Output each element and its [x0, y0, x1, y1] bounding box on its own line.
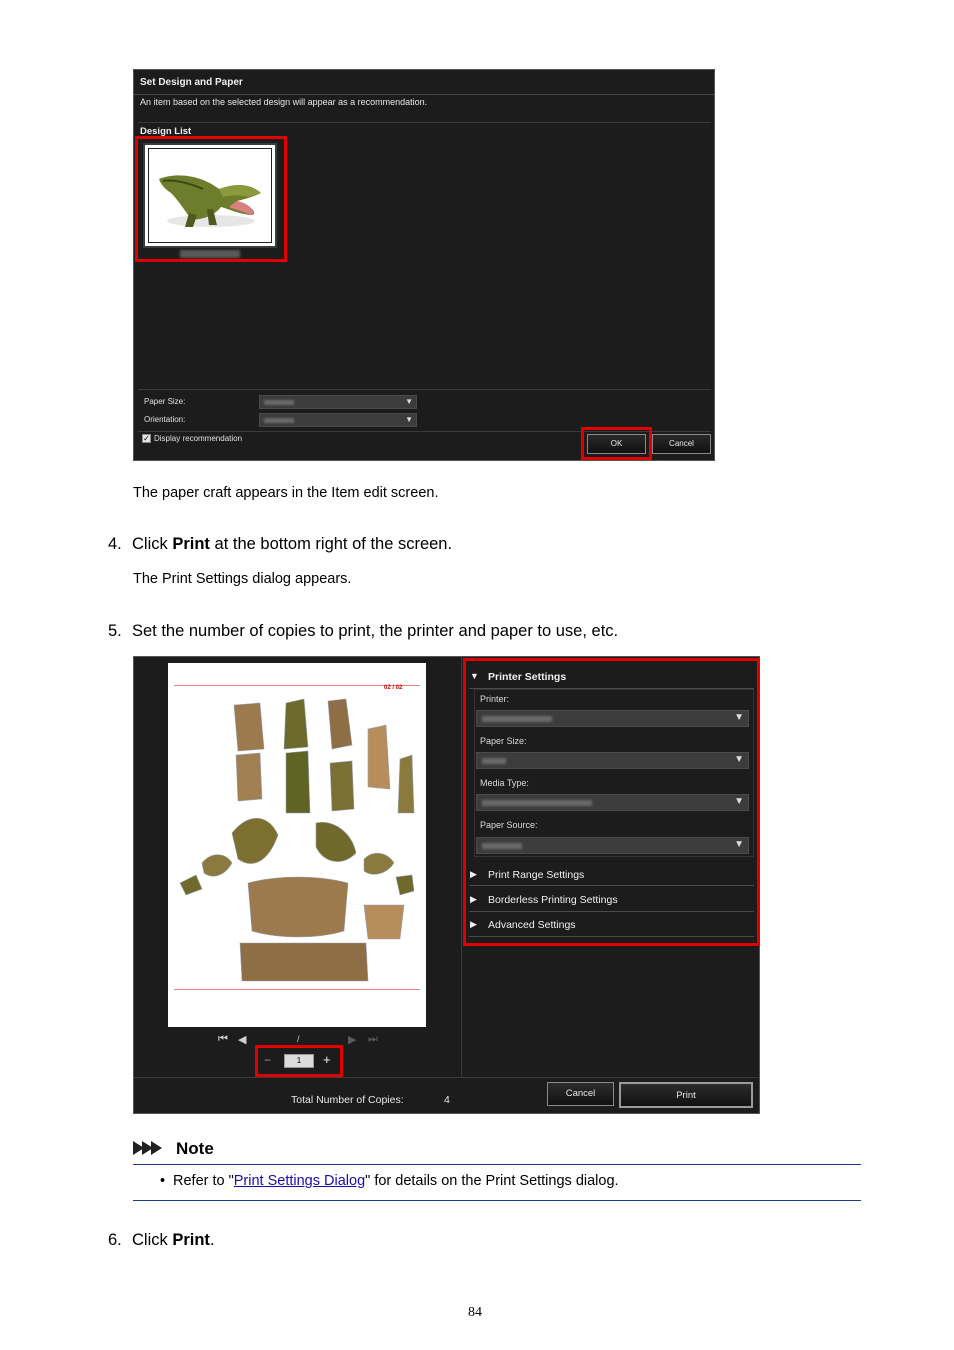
set-design-dialog: Set Design and Paper An item based on th… [133, 69, 715, 461]
page-number: 84 [468, 1305, 482, 1320]
step-text: Click [132, 1231, 173, 1249]
note-text: Refer to "Print Settings Dialog" for det… [173, 1173, 619, 1189]
highlight-frame [255, 1045, 343, 1077]
divider [461, 657, 462, 1077]
display-recommendation-checkbox[interactable]: ✓ [142, 434, 151, 443]
note-bottom-rule [133, 1200, 861, 1201]
highlight-frame [135, 136, 287, 262]
step-6-text: Click Print. [132, 1231, 215, 1250]
paper-size-label: Paper Size: [144, 397, 186, 406]
caption: The paper craft appears in the Item edit… [133, 485, 439, 501]
cancel-button[interactable]: Cancel [547, 1082, 614, 1106]
orientation-label: Orientation: [144, 415, 186, 424]
step-bold: Print [172, 535, 210, 553]
step-number: 6. [108, 1231, 122, 1249]
divider [138, 389, 711, 390]
previous-page-icon[interactable]: ◀ [238, 1033, 246, 1046]
note-top-rule [133, 1164, 861, 1165]
cancel-button[interactable]: Cancel [652, 434, 711, 454]
paper-size-select[interactable]: ▼ [259, 395, 417, 409]
step-4-subtext: The Print Settings dialog appears. [133, 571, 352, 587]
dialog-description: An item based on the selected design wil… [140, 97, 428, 107]
note-arrows-icon [133, 1141, 162, 1160]
step-5-text: Set the number of copies to print, the p… [132, 622, 619, 640]
dialog-title: Set Design and Paper [140, 77, 243, 88]
step-text: Click [132, 535, 173, 553]
print-settings-dialog-link[interactable]: Print Settings Dialog [234, 1173, 365, 1189]
orientation-select[interactable]: ▼ [259, 413, 417, 427]
divider [134, 94, 714, 95]
display-recommendation-label: Display recommendation [154, 434, 243, 443]
step-number: 4. [108, 535, 122, 553]
dropdown-arrow-icon: ▼ [405, 397, 413, 406]
step-4-text: Click Print at the bottom right of the s… [132, 535, 452, 554]
first-page-icon[interactable]: ⏮ [218, 1033, 228, 1046]
print-preview: 02 / 02 [168, 663, 426, 1027]
note-bullet: • [160, 1173, 166, 1189]
step-text: . [209, 1231, 215, 1249]
note-text-part: Refer to " [173, 1173, 234, 1189]
step-bold: Print [172, 1231, 210, 1249]
highlight-frame [463, 658, 760, 946]
next-page-icon[interactable]: ▶ [348, 1033, 356, 1046]
papercraft-parts-illustration [179, 698, 415, 982]
step-text: at the bottom right of the screen. [209, 535, 453, 553]
divider [138, 122, 711, 123]
dropdown-arrow-icon: ▼ [405, 415, 413, 424]
note-text-part: " for details on the Print Settings dial… [365, 1173, 619, 1189]
page-separator: / [297, 1034, 300, 1044]
note-heading: Note [176, 1139, 214, 1158]
print-settings-dialog: 02 / 02 ⏮ ◀ / ▶ ⏭ − 1 + ▼ Printer Settin… [133, 656, 760, 1114]
total-copies-value: 4 [444, 1094, 450, 1106]
last-page-icon[interactable]: ⏭ [368, 1033, 378, 1046]
total-copies-label: Total Number of Copies: [291, 1094, 404, 1106]
divider [134, 1077, 759, 1078]
print-button[interactable]: Print [619, 1082, 753, 1108]
highlight-frame [581, 427, 652, 460]
step-number: 5. [108, 622, 122, 640]
